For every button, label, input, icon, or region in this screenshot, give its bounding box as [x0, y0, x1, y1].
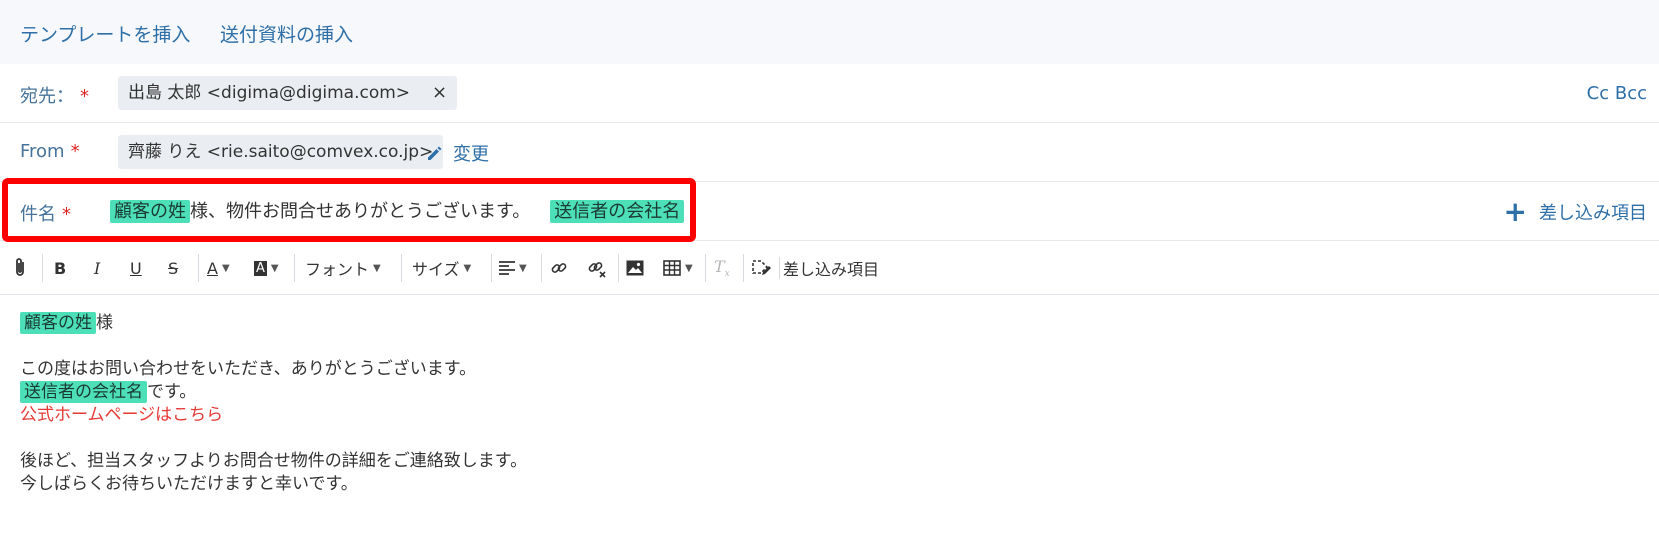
chevron-down-icon: ▼ [270, 262, 279, 274]
to-label-text: 宛先： [20, 86, 74, 107]
link-icon [551, 263, 567, 273]
chevron-down-icon: ▼ [373, 262, 381, 274]
body-greeting: 顧客の姓様 [20, 312, 1620, 335]
toolbar-merge-field-label: 差し込み項目 [783, 260, 880, 279]
body-line-4: 後ほど、担当スタッフよりお問合せ物件の詳細をご連絡致します。 [20, 451, 528, 471]
insert-link-button[interactable] [550, 256, 568, 280]
insert-image-button[interactable] [626, 256, 644, 280]
required-mark: * [80, 86, 89, 107]
highlight-color-button[interactable]: A ▼ [254, 256, 279, 280]
tag-edit-icon [752, 260, 771, 275]
strikethrough-button[interactable]: S [168, 256, 178, 280]
email-body-editor[interactable]: 顧客の姓様 この度はお問い合わせをいただき、ありがとうございます。 送信者の会社… [20, 312, 1620, 496]
to-label: 宛先： * [20, 82, 89, 108]
bold-button[interactable]: B [54, 256, 66, 280]
merge-tag-sender-company: 送信者の会社名 [20, 381, 147, 403]
cc-bcc-link[interactable]: Cc Bcc [1587, 83, 1647, 104]
merge-field-toolbar-button[interactable]: 差し込み項目 [751, 256, 879, 280]
chevron-down-icon: ▼ [519, 262, 527, 274]
homepage-link[interactable]: 公式ホームページはこちら [20, 404, 1620, 427]
insert-merge-field-button[interactable]: + 差し込み項目 [1503, 195, 1647, 228]
font-label: フォント [305, 260, 370, 279]
insert-attachment-link[interactable]: 送付資料の挿入 [220, 20, 353, 47]
body-line-2: 送信者の会社名 です。 [20, 381, 1620, 404]
close-icon[interactable]: × [432, 82, 447, 103]
from-label-text: From [20, 141, 65, 162]
plus-icon: + [1503, 195, 1527, 228]
insert-table-button[interactable]: ▼ [663, 256, 693, 280]
change-label: 変更 [453, 144, 489, 165]
required-mark: * [70, 141, 80, 162]
align-left-icon [499, 261, 515, 275]
change-sender-button[interactable]: 変更 [426, 140, 489, 166]
attach-button[interactable] [12, 256, 28, 280]
recipient-address: 出島 太郎 <digima@digima.com> [128, 83, 411, 103]
font-family-select[interactable]: フォント ▼ [305, 256, 381, 280]
sender-address: 齊藤 りえ <rie.saito@comvex.co.jp> [128, 142, 434, 162]
clear-format-icon: Tx [714, 256, 730, 280]
body-line-1: この度はお問い合わせをいただき、ありがとうございます。 [20, 359, 477, 379]
company-suffix: です。 [147, 382, 197, 402]
greeting-suffix: 様 [96, 313, 113, 333]
font-size-select[interactable]: サイズ ▼ [412, 256, 471, 280]
text-color-icon: A [207, 258, 218, 278]
insert-template-link[interactable]: テンプレートを挿入 [20, 20, 190, 47]
merge-tag-customer-surname: 顧客の姓 [20, 312, 96, 334]
chevron-down-icon: ▼ [463, 262, 472, 274]
unlink-icon [588, 262, 606, 278]
remove-link-button[interactable] [587, 256, 607, 280]
chevron-down-icon: ▼ [221, 262, 230, 274]
italic-button[interactable]: I [94, 256, 100, 280]
pencil-icon [428, 146, 442, 160]
size-label: サイズ [412, 260, 460, 279]
insert-merge-field-label: 差し込み項目 [1539, 203, 1647, 224]
subject-highlight-box [2, 178, 696, 242]
highlight-color-icon: A [254, 260, 267, 276]
table-icon [663, 260, 681, 276]
recipient-chip[interactable]: 出島 太郎 <digima@digima.com> × [118, 76, 458, 110]
chevron-down-icon: ▼ [685, 262, 693, 274]
body-line-5: 今しばらくお待ちいただけますと幸いです。 [20, 474, 358, 494]
clear-format-button[interactable]: Tx [714, 256, 730, 280]
from-row: From * 齊藤 りえ <rie.saito@comvex.co.jp> 変更 [0, 123, 1659, 182]
text-color-button[interactable]: A ▼ [207, 256, 230, 280]
underline-button[interactable]: U [130, 256, 142, 280]
paperclip-icon [16, 258, 24, 276]
to-row: 宛先： * 出島 太郎 <digima@digima.com> × Cc Bcc [0, 64, 1659, 123]
image-icon [626, 260, 644, 276]
editor-toolbar: B I U S A ▼ A ▼ フォント ▼ サイズ ▼ ▼ ▼ Tx 差し込み項目 [0, 242, 1659, 295]
from-label: From * [20, 141, 80, 162]
sender-chip: 齊藤 りえ <rie.saito@comvex.co.jp> [118, 135, 444, 169]
top-action-bar: テンプレートを挿入 送付資料の挿入 [0, 0, 1659, 65]
align-button[interactable]: ▼ [499, 256, 527, 280]
